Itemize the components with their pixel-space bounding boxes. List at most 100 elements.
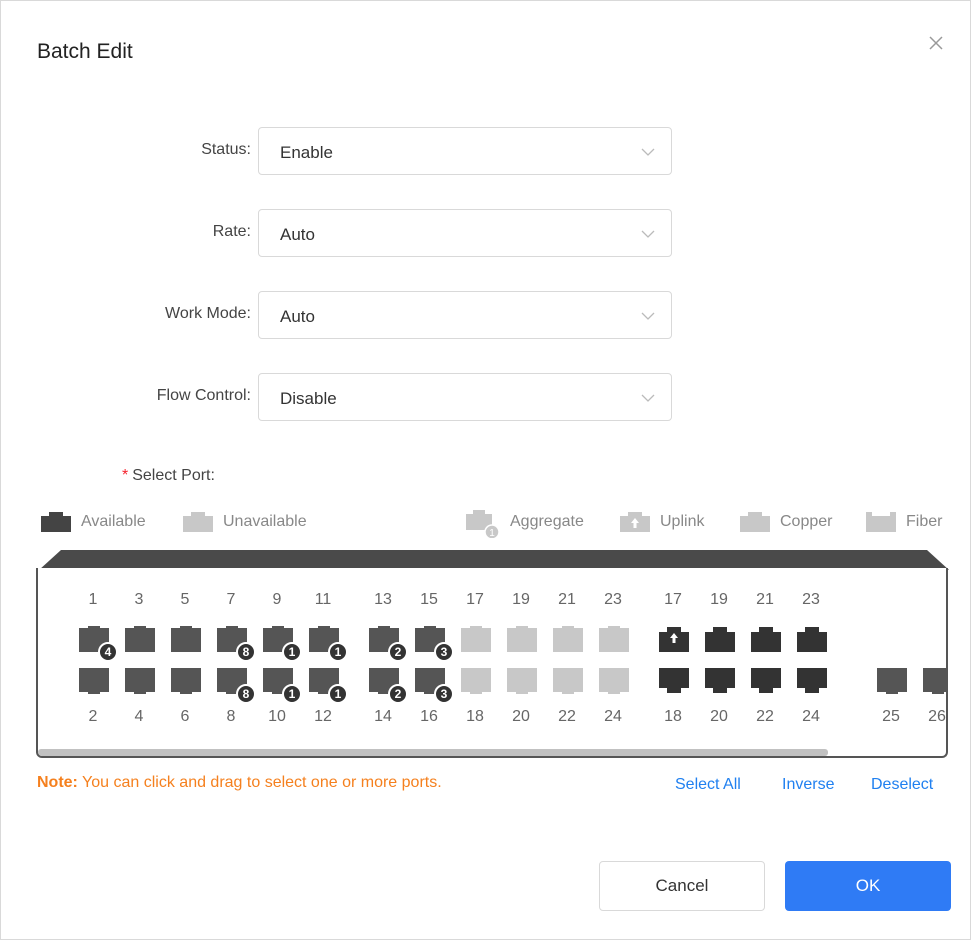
port-bottom[interactable]	[656, 666, 692, 696]
switch-panel[interactable]: 1 3 5 7 9 11 13 15 17 19 21 23 17 19 21 23 4 8 1 1 2 3 8 1 1 2 3 2 4…	[36, 568, 948, 758]
port-top[interactable]	[596, 624, 632, 654]
select-port-label: * Select Port:	[122, 467, 215, 484]
port-top[interactable]	[550, 624, 586, 654]
port-number-top: 17	[466, 591, 484, 608]
deselect-link[interactable]: Deselect	[871, 776, 933, 794]
inverse-link[interactable]: Inverse	[782, 776, 834, 794]
port-bottom[interactable]: 3	[412, 666, 454, 704]
flow-control-label: Flow Control:	[156, 387, 251, 404]
port-number-bottom: 25	[882, 708, 900, 725]
dialog-title: Batch Edit	[37, 40, 133, 63]
work-mode-select[interactable]: Auto	[258, 291, 672, 339]
port-top[interactable]	[122, 624, 158, 654]
port-bottom[interactable]	[920, 666, 946, 696]
port-bottom[interactable]	[874, 666, 910, 696]
port-number-bottom: 20	[512, 708, 530, 725]
port-number-top: 5	[180, 591, 190, 608]
port-top[interactable]: 1	[306, 624, 348, 662]
aggregate-badge: 1	[328, 684, 348, 704]
port-top[interactable]	[458, 624, 494, 654]
status-row: Status: Enable	[1, 127, 681, 177]
port-legend: Available Unavailable 1 Aggregate Uplink…	[1, 510, 971, 538]
port-number-top: 17	[664, 591, 682, 608]
port-number-top: 21	[558, 591, 576, 608]
svg-text:1: 1	[489, 528, 495, 538]
port-bottom[interactable]: 1	[260, 666, 302, 704]
port-number-bottom: 8	[226, 708, 236, 725]
port-bottom[interactable]	[504, 666, 540, 696]
port-available-icon	[39, 510, 73, 534]
port-number-bottom: 10	[268, 708, 286, 725]
port-top[interactable]	[504, 624, 540, 654]
port-uplink-icon	[618, 510, 652, 534]
port-bottom[interactable]: 1	[306, 666, 348, 704]
port-top[interactable]	[748, 624, 784, 654]
required-mark: *	[122, 467, 129, 484]
work-mode-value: Auto	[280, 307, 315, 326]
port-number-top: 11	[314, 591, 332, 608]
note-text: Note: You can click and drag to select o…	[37, 774, 442, 791]
port-bottom[interactable]: 2	[366, 666, 408, 704]
port-bottom[interactable]	[748, 666, 784, 696]
port-number-bottom: 14	[374, 708, 392, 725]
legend-unavailable: Unavailable	[181, 510, 307, 534]
legend-fiber: Fiber	[864, 510, 942, 534]
port-bottom[interactable]: 8	[214, 666, 256, 704]
batch-edit-dialog: Batch Edit Status: Enable Rate: Auto Wor…	[0, 0, 971, 940]
port-number-bottom: 24	[802, 708, 820, 725]
aggregate-badge: 8	[236, 684, 256, 704]
port-number-bottom: 22	[558, 708, 576, 725]
flow-control-value: Disable	[280, 389, 337, 408]
aggregate-badge: 2	[388, 684, 408, 704]
rate-label: Rate:	[212, 223, 251, 240]
port-bottom[interactable]	[550, 666, 586, 696]
port-top[interactable]: 1	[260, 624, 302, 662]
aggregate-badge: 1	[282, 642, 302, 662]
port-bottom[interactable]	[122, 666, 158, 696]
port-bottom[interactable]	[168, 666, 204, 696]
port-top[interactable]	[794, 624, 830, 654]
uplink-port[interactable]	[656, 624, 692, 654]
port-unavailable-icon	[181, 510, 215, 534]
cancel-button[interactable]: Cancel	[599, 861, 765, 911]
port-number-top: 7	[226, 591, 236, 608]
port-bottom[interactable]	[596, 666, 632, 696]
select-all-link[interactable]: Select All	[675, 776, 741, 794]
port-number-top: 21	[756, 591, 774, 608]
flow-control-select[interactable]: Disable	[258, 373, 672, 421]
port-top[interactable]: 3	[412, 624, 454, 662]
ok-button[interactable]: OK	[785, 861, 951, 911]
close-icon[interactable]	[926, 33, 946, 53]
port-fiber-icon	[864, 510, 898, 534]
status-select[interactable]: Enable	[258, 127, 672, 175]
port-top[interactable]: 8	[214, 624, 256, 662]
port-number-top: 1	[88, 591, 98, 608]
horizontal-scrollbar[interactable]	[38, 749, 828, 756]
port-number-bottom: 16	[420, 708, 438, 725]
port-number-bottom: 18	[466, 708, 484, 725]
port-bottom[interactable]	[702, 666, 738, 696]
port-number-bottom: 6	[180, 708, 190, 725]
aggregate-badge: 4	[98, 642, 118, 662]
port-number-bottom: 20	[710, 708, 728, 725]
legend-aggregate: 1 Aggregate	[464, 510, 584, 538]
legend-available: Available	[39, 510, 146, 534]
aggregate-badge: 8	[236, 642, 256, 662]
port-top[interactable]	[702, 624, 738, 654]
chevron-down-icon	[641, 148, 655, 156]
port-bottom[interactable]	[76, 666, 112, 696]
port-bottom[interactable]	[458, 666, 494, 696]
work-mode-label: Work Mode:	[165, 305, 251, 322]
port-number-bottom: 24	[604, 708, 622, 725]
port-number-bottom: 12	[314, 708, 332, 725]
port-aggregate-icon: 1	[464, 510, 502, 538]
aggregate-badge: 1	[328, 642, 348, 662]
port-top[interactable]: 2	[366, 624, 408, 662]
port-top[interactable]: 4	[76, 624, 118, 662]
port-number-top: 3	[134, 591, 144, 608]
port-number-top: 15	[420, 591, 438, 608]
rate-select[interactable]: Auto	[258, 209, 672, 257]
port-number-top: 9	[272, 591, 282, 608]
port-bottom[interactable]	[794, 666, 830, 696]
port-top[interactable]	[168, 624, 204, 654]
